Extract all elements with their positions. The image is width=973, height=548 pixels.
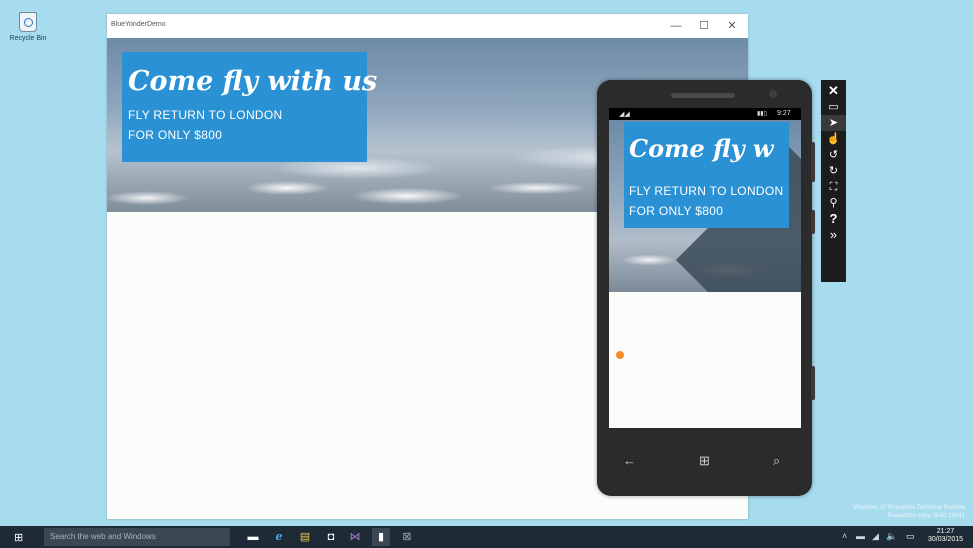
- tray-battery-icon[interactable]: ▬: [856, 531, 865, 541]
- window-titlebar[interactable]: BlueYonderDemo — ☐ ✕: [107, 14, 748, 38]
- task-view-icon[interactable]: ▬: [244, 528, 262, 546]
- phone-emulator-taskbar-icon[interactable]: ▮: [372, 528, 390, 546]
- taskbar-clock[interactable]: 21:27 30/03/2015: [928, 528, 963, 544]
- tray-chevron-icon[interactable]: ˄: [842, 531, 847, 541]
- zoom-icon[interactable]: ⚲: [821, 195, 846, 211]
- phone-speaker: [671, 93, 735, 98]
- close-button[interactable]: ✕: [723, 18, 741, 34]
- phone-promo-banner[interactable]: Come fly w FLY RETURN TO LONDON FOR ONLY…: [624, 122, 789, 228]
- promo-line-1: FLY RETURN TO LONDON: [128, 108, 283, 122]
- phone-nav-bar: ← ⊞ ⌕: [609, 453, 801, 479]
- recycle-bin-icon: [19, 12, 37, 32]
- maximize-button[interactable]: ☐: [695, 18, 713, 34]
- taskbar-search-input[interactable]: Search the web and Windows: [44, 528, 230, 546]
- rotate-left-icon[interactable]: ↺: [821, 147, 846, 163]
- store-icon[interactable]: ◘: [322, 528, 340, 546]
- tray-notifications-icon[interactable]: ▭: [906, 531, 915, 542]
- window-title: BlueYonderDemo: [111, 21, 166, 28]
- phone-screen[interactable]: ◢◢ ▮▮▯ 9:27 Come fly w FLY RETURN TO LON…: [609, 108, 801, 428]
- clock-time: 21:27: [936, 528, 955, 535]
- phone-promo-line-1: FLY RETURN TO LONDON: [629, 184, 784, 198]
- start-button-icon[interactable]: ⊞: [14, 531, 23, 544]
- search-icon[interactable]: ⌕: [773, 453, 780, 469]
- recycle-bin-desktop-icon[interactable]: Recycle Bin: [6, 12, 50, 42]
- windows-watermark: Windows 10 Enterprise Technical Preview …: [854, 504, 965, 520]
- back-icon[interactable]: ←: [623, 453, 636, 468]
- camera-button[interactable]: [811, 366, 815, 400]
- phone-promo-line-2: FOR ONLY $800: [629, 204, 724, 218]
- rotate-right-icon[interactable]: ↻: [821, 163, 846, 179]
- touch-mode-icon[interactable]: ☝: [821, 131, 846, 147]
- tray-volume-icon[interactable]: 🔈: [886, 531, 897, 542]
- more-tools-icon[interactable]: »: [821, 227, 846, 243]
- watermark-line-2: Evaluation copy. Build 10041: [888, 513, 965, 519]
- signal-icon: ◢◢: [619, 111, 630, 118]
- power-button[interactable]: [811, 210, 815, 234]
- help-icon[interactable]: ?: [821, 211, 846, 227]
- windows-start-icon[interactable]: ⊞: [699, 453, 710, 469]
- phone-emulator: ◢◢ ▮▮▯ 9:27 Come fly w FLY RETURN TO LON…: [597, 80, 815, 496]
- emulator-close-icon[interactable]: ✕: [821, 83, 846, 99]
- emulator-toolbar: ✕ ▭ ➤ ☝ ↺ ↻ ⛶ ⚲ ? »: [821, 80, 846, 282]
- taskbar: ⊞ Search the web and Windows ▬ e ▤ ◘ ⋈ ▮…: [0, 526, 973, 548]
- internet-explorer-icon[interactable]: e: [270, 528, 288, 546]
- promo-headline: Come fly with us: [128, 66, 378, 97]
- tray-network-icon[interactable]: ◢: [872, 531, 879, 542]
- pointer-mode-icon[interactable]: ➤: [821, 115, 846, 131]
- emulator-minimize-icon[interactable]: ▭: [821, 99, 846, 115]
- phone-status-bar: ◢◢ ▮▮▯ 9:27: [609, 108, 801, 120]
- fit-to-screen-icon[interactable]: ⛶: [821, 179, 846, 195]
- phone-clock: 9:27: [777, 110, 791, 117]
- phone-camera: [769, 90, 777, 98]
- visual-studio-icon[interactable]: ⋈: [346, 528, 364, 546]
- recycle-bin-label: Recycle Bin: [9, 35, 47, 42]
- clock-date: 30/03/2015: [928, 536, 964, 543]
- emulator-manager-icon[interactable]: ⊠: [398, 528, 416, 546]
- phone-promo-headline: Come fly w: [629, 134, 774, 163]
- minimize-button[interactable]: —: [667, 18, 685, 34]
- promo-banner[interactable]: Come fly with us FLY RETURN TO LONDON FO…: [122, 52, 377, 162]
- file-explorer-icon[interactable]: ▤: [296, 528, 314, 546]
- volume-button[interactable]: [811, 142, 815, 182]
- battery-icon: ▮▮▯: [757, 111, 767, 117]
- watermark-line-1: Windows 10 Enterprise Technical Preview: [853, 505, 965, 511]
- promo-line-2: FOR ONLY $800: [128, 128, 223, 142]
- touch-cursor-icon: [616, 351, 624, 359]
